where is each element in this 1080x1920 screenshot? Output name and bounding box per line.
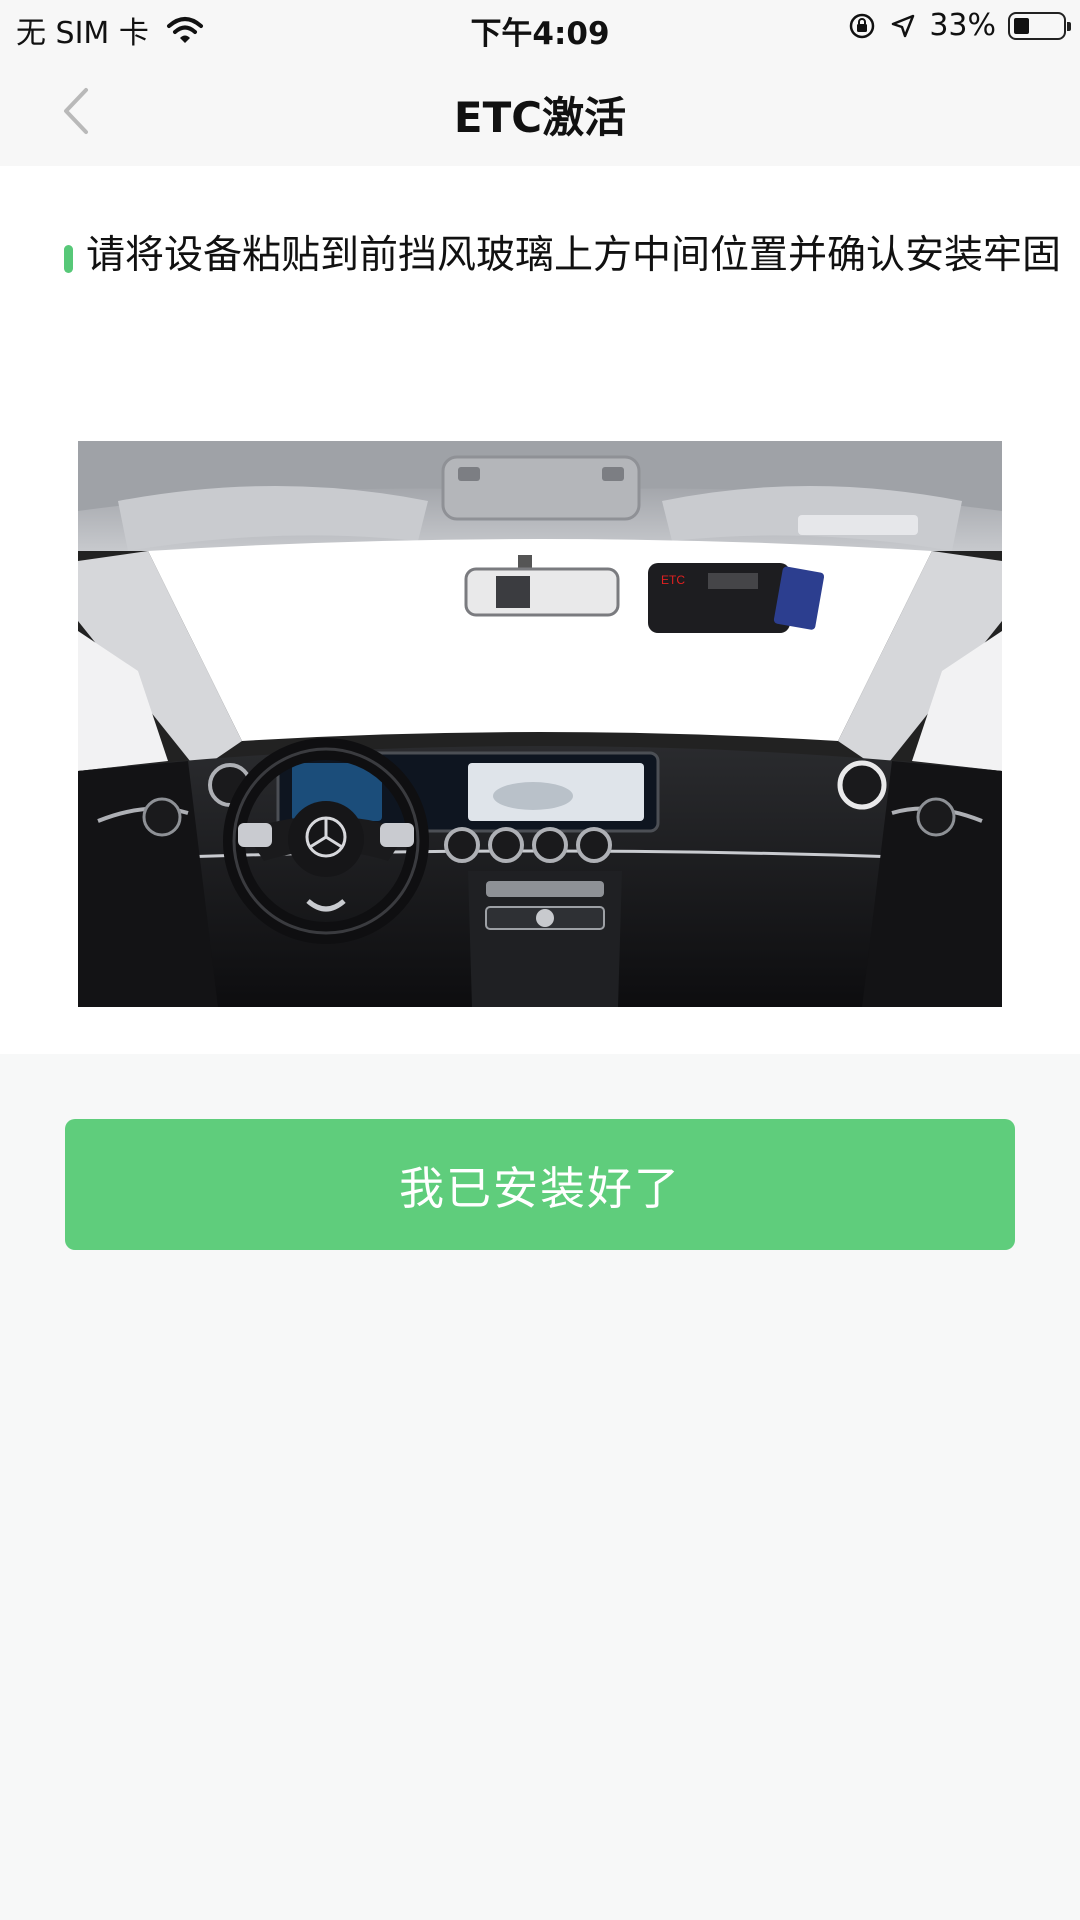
battery-fill (1014, 17, 1029, 34)
battery-cap (1067, 21, 1071, 31)
step-marker (64, 245, 73, 273)
status-right: 33% (835, 8, 1071, 43)
battery-percent: 33% (929, 8, 996, 43)
page-title: ETC激活 (453, 93, 627, 142)
confirm-installed-label: 我已安装好了 (398, 1162, 681, 1215)
orientation-lock-icon (850, 13, 875, 38)
etc-device-label: ETC (661, 573, 685, 587)
nav-bar: ETC激活 (0, 56, 1080, 166)
confirm-installed-button[interactable]: 我已安装好了 (65, 1119, 1015, 1250)
battery-icon (1008, 11, 1071, 40)
car-interior-photo: ETC (78, 441, 1002, 1007)
instruction-text: 请将设备粘贴到前挡风玻璃上方中间位置并确认安装牢固 (86, 233, 1062, 278)
location-arrow-icon (892, 14, 915, 37)
car-interior-illustration: ETC (78, 441, 1002, 1007)
content-card: 请将设备粘贴到前挡风玻璃上方中间位置并确认安装牢固 ETC (0, 166, 1080, 1054)
status-bar: 无 SIM 卡 下午4:09 33% (0, 0, 1080, 56)
